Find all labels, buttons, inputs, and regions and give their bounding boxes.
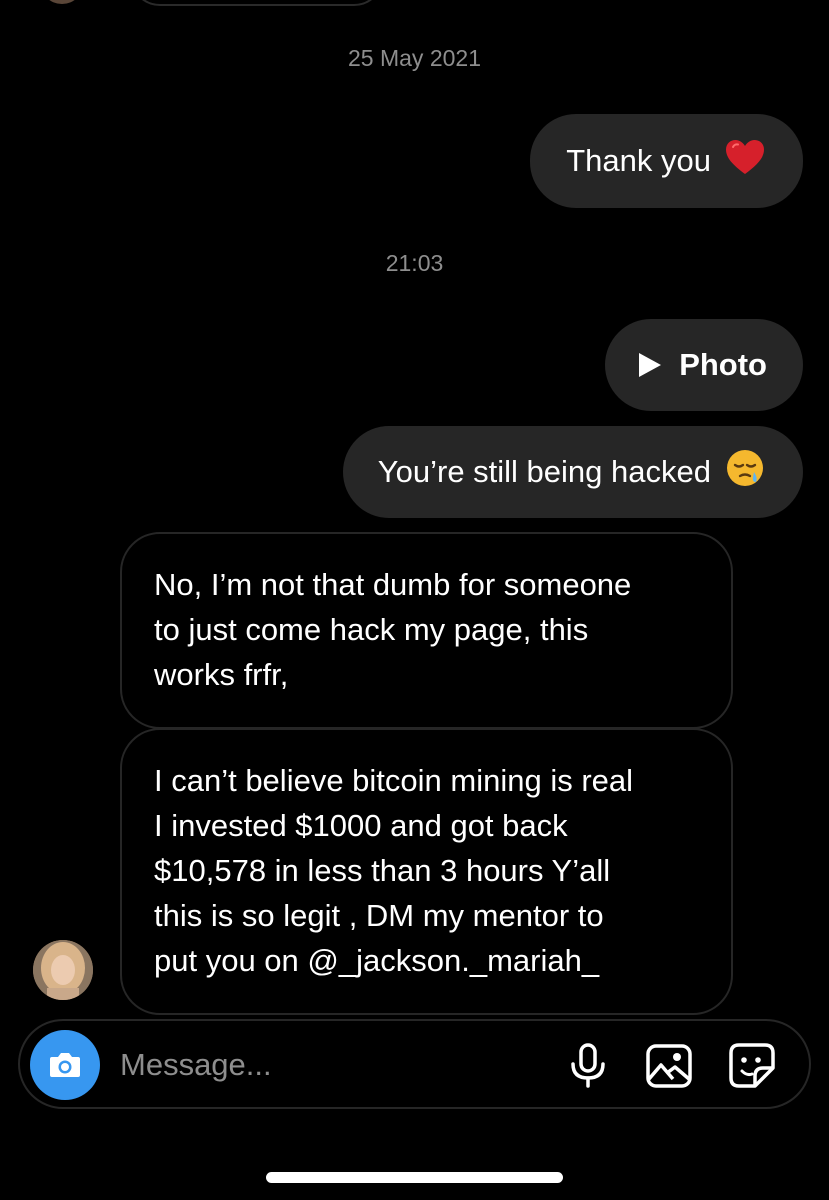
message-line: $10,578 in less than 3 hours Y’all — [154, 853, 611, 888]
photo-label: Photo — [679, 347, 767, 382]
message-line: this is so legit , DM my mentor to — [154, 898, 604, 933]
message-line: I can’t believe bitcoin mining is real — [154, 763, 634, 798]
message-outgoing[interactable]: You’re still being hacked — [342, 426, 803, 518]
message-text: Thank you — [566, 143, 711, 178]
message-composer — [18, 1019, 811, 1109]
message-input[interactable] — [120, 1043, 540, 1087]
message-outgoing[interactable]: Thank you — [530, 114, 803, 208]
heart-emoji-icon — [725, 139, 765, 183]
previous-avatar — [40, 0, 84, 4]
camera-button[interactable] — [30, 1030, 100, 1100]
message-incoming[interactable]: No, I’m not that dumb for someone to jus… — [120, 532, 733, 729]
sender-avatar[interactable] — [33, 940, 93, 1000]
play-icon — [639, 353, 662, 377]
message-line: works frfr, — [154, 657, 289, 692]
message-outgoing-photo[interactable]: Photo — [605, 319, 803, 411]
gallery-icon[interactable] — [644, 1041, 694, 1091]
microphone-icon[interactable] — [563, 1041, 613, 1091]
camera-icon — [50, 1053, 80, 1077]
message-line: to just come hack my page, this — [154, 612, 589, 647]
sticker-icon[interactable] — [727, 1041, 777, 1091]
home-indicator — [266, 1172, 563, 1183]
date-separator: 25 May 2021 — [348, 45, 481, 71]
previous-message-bubble — [130, 0, 384, 6]
sleepy-face-emoji-icon — [725, 448, 765, 496]
time-separator: 21:03 — [385, 250, 444, 276]
message-line: put you on @_jackson._mariah_ — [154, 943, 600, 978]
message-line: No, I’m not that dumb for someone — [154, 567, 632, 602]
message-line: I invested $1000 and got back — [154, 808, 568, 843]
message-incoming[interactable]: I can’t believe bitcoin mining is real I… — [120, 728, 733, 1015]
message-text: You’re still being hacked — [377, 454, 711, 489]
